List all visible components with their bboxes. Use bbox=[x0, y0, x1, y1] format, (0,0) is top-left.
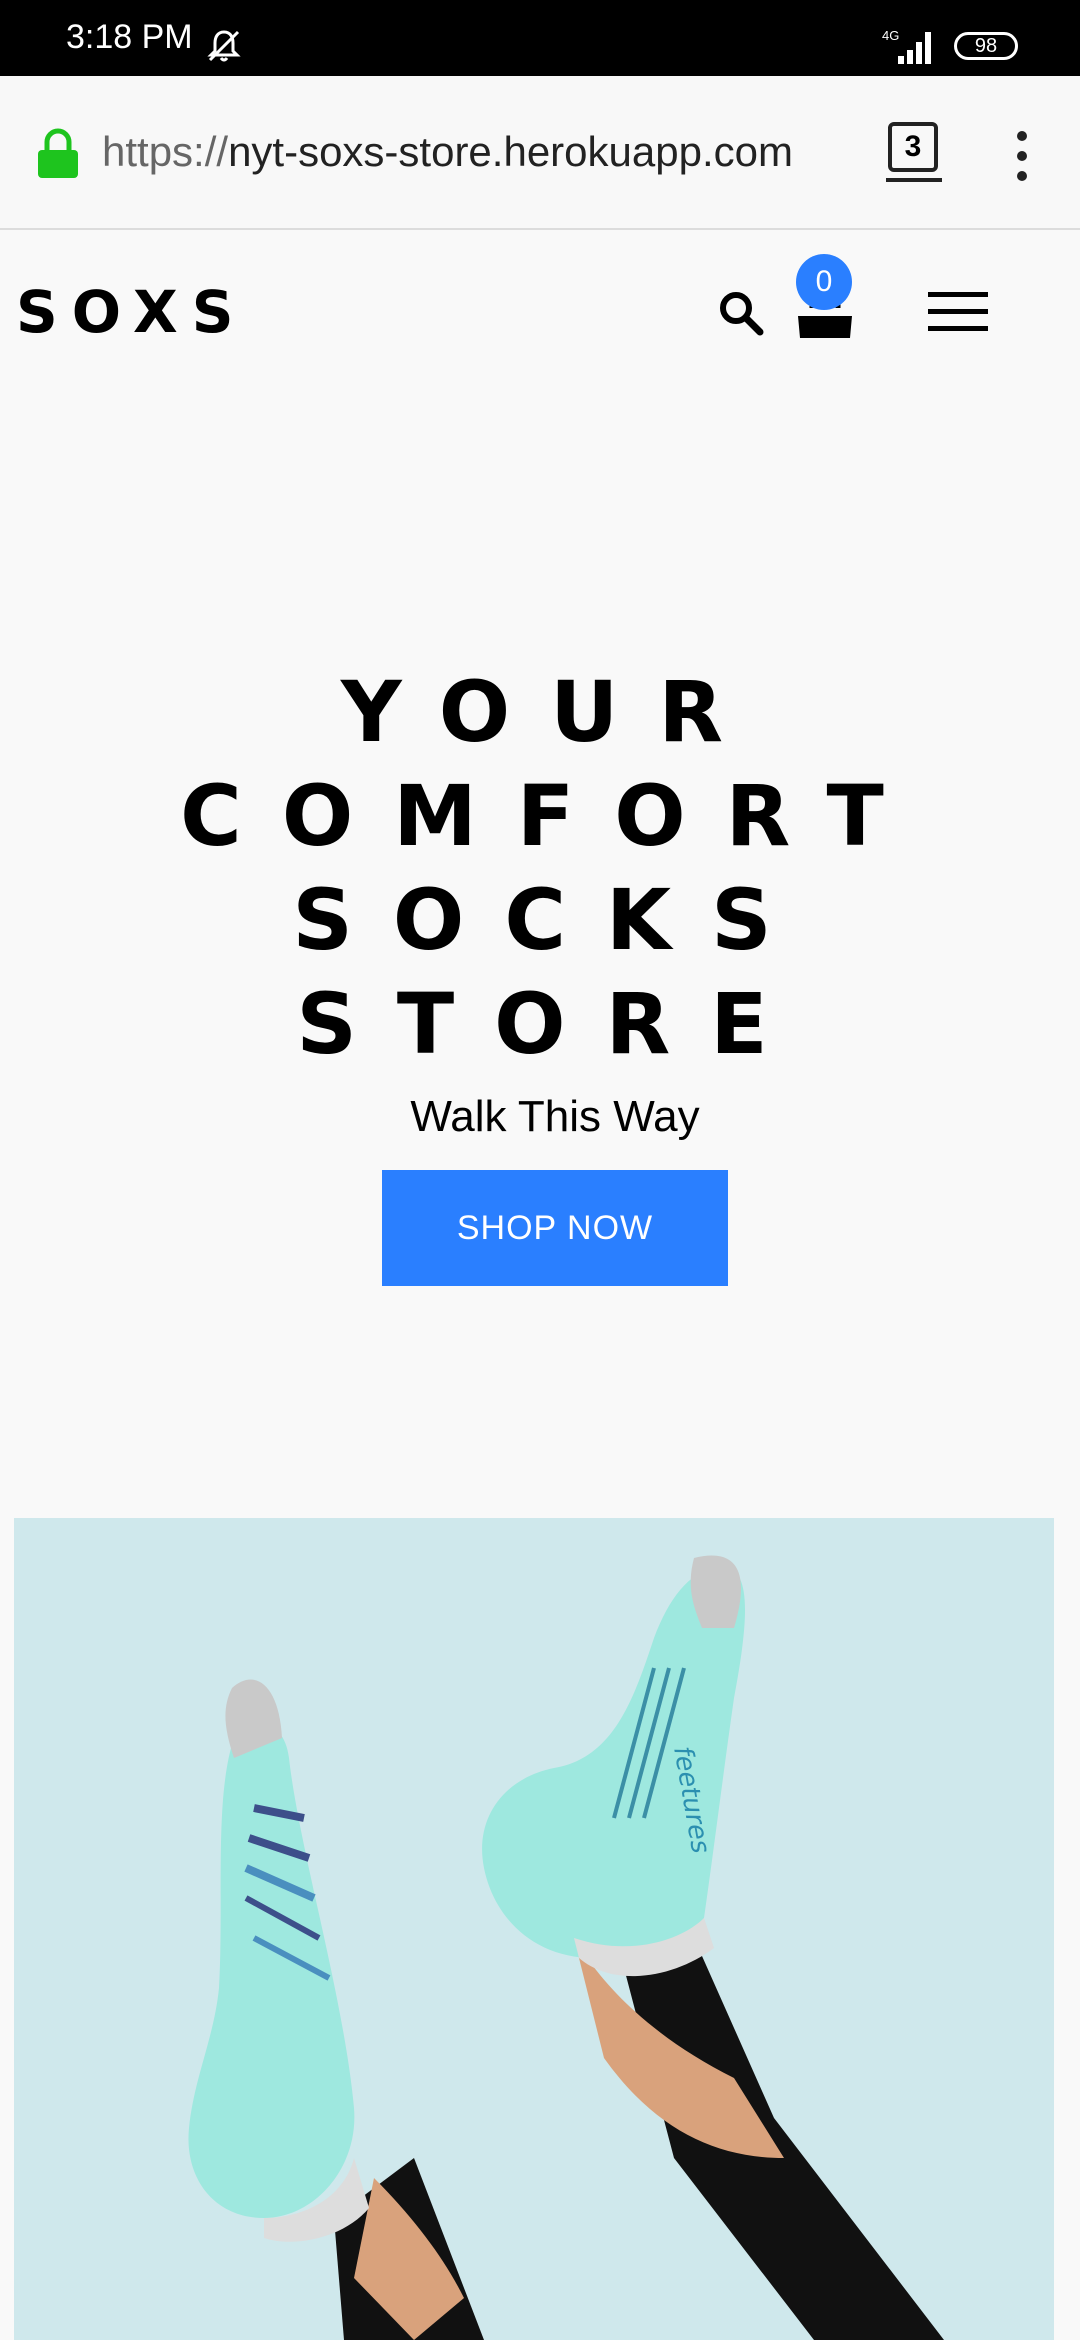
site-header: SOXS 0 bbox=[0, 230, 1054, 380]
status-bar: 3:18 PM 4G 98 bbox=[0, 0, 1080, 76]
url-scheme: https:// bbox=[102, 128, 229, 175]
socks-illustration: feetures bbox=[14, 1518, 1054, 2340]
svg-text:4G: 4G bbox=[882, 28, 899, 43]
browser-toolbar: https://nyt-soxs-store.herokuapp.com 3 bbox=[0, 76, 1080, 230]
hero-title: YOUR COMFORT SOCKS STORE bbox=[0, 660, 1080, 1076]
status-time: 3:18 PM bbox=[66, 18, 193, 56]
tab-switcher-button[interactable]: 3 bbox=[888, 122, 938, 172]
hero-title-line: YOUR bbox=[340, 663, 764, 761]
shop-now-button[interactable]: SHOP NOW bbox=[382, 1170, 728, 1286]
signal-icon: 4G bbox=[882, 28, 931, 64]
hero-title-line: STORE bbox=[296, 975, 808, 1073]
hero-title-line: SOCKS bbox=[292, 871, 812, 969]
hero-product-image: feetures bbox=[14, 1518, 1054, 2340]
bell-muted-icon bbox=[207, 30, 241, 62]
hero-section: YOUR COMFORT SOCKS STORE Walk This Way S… bbox=[0, 380, 1054, 1380]
hero-title-line: COMFORT bbox=[180, 767, 924, 865]
more-options-icon[interactable] bbox=[1012, 126, 1032, 186]
address-bar[interactable]: https://nyt-soxs-store.herokuapp.com bbox=[102, 128, 793, 176]
hero-subtitle: Walk This Way bbox=[410, 1092, 700, 1141]
site-logo[interactable]: SOXS bbox=[16, 278, 248, 346]
tab-switcher-underline bbox=[886, 178, 942, 182]
battery-indicator: 98 bbox=[954, 32, 1018, 60]
lock-icon bbox=[38, 128, 78, 178]
search-icon[interactable] bbox=[716, 288, 766, 338]
cart-count-badge: 0 bbox=[796, 254, 852, 310]
hamburger-menu-icon[interactable] bbox=[928, 290, 988, 334]
url-host: nyt-soxs-store.herokuapp.com bbox=[228, 128, 793, 175]
